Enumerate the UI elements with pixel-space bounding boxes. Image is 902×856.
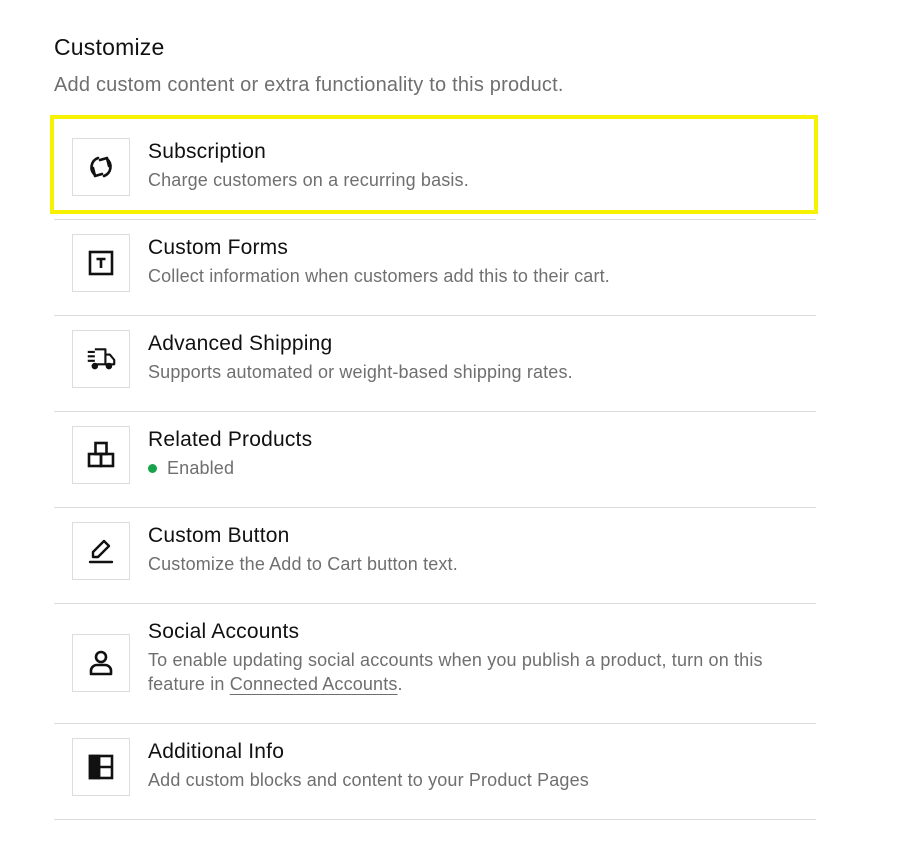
option-description: Customize the Add to Cart button text. bbox=[148, 554, 458, 574]
description-suffix: . bbox=[397, 674, 403, 694]
truck-icon bbox=[72, 330, 130, 388]
option-name: Advanced Shipping bbox=[148, 332, 333, 355]
option-name: Social Accounts bbox=[148, 620, 300, 643]
status-label: Enabled bbox=[167, 458, 235, 478]
option-advanced-shipping[interactable]: Advanced Shipping Supports automated or … bbox=[54, 316, 816, 412]
option-description: Collect information when customers add t… bbox=[148, 266, 610, 286]
option-description: Add custom blocks and content to your Pr… bbox=[148, 770, 589, 790]
connected-accounts-link[interactable]: Connected Accounts bbox=[230, 674, 398, 694]
customize-options-list: Subscription Charge customers on a recur… bbox=[50, 115, 818, 820]
option-description: To enable updating social accounts when … bbox=[148, 648, 808, 696]
option-name: Additional Info bbox=[148, 740, 285, 763]
pencil-icon bbox=[72, 522, 130, 580]
option-subscription[interactable]: Subscription Charge customers on a recur… bbox=[50, 115, 818, 220]
option-additional-info[interactable]: Additional Info Add custom blocks and co… bbox=[54, 724, 816, 820]
option-name: Custom Forms bbox=[148, 236, 289, 259]
status-dot bbox=[148, 463, 157, 473]
refresh-icon bbox=[72, 138, 130, 196]
option-description: Supports automated or weight-based shipp… bbox=[148, 362, 573, 382]
section-subtitle: Add custom content or extra functionalit… bbox=[54, 74, 564, 96]
user-icon bbox=[72, 634, 130, 692]
option-related-products[interactable]: Related Products Enabled bbox=[54, 412, 816, 508]
option-social-accounts[interactable]: Social Accounts To enable updating socia… bbox=[54, 604, 816, 724]
layout-icon bbox=[72, 738, 130, 796]
option-name: Subscription bbox=[148, 140, 266, 163]
option-name: Related Products bbox=[148, 428, 313, 451]
option-description: Charge customers on a recurring basis. bbox=[148, 170, 469, 190]
blocks-icon bbox=[72, 426, 130, 484]
status-badge: Enabled bbox=[148, 456, 312, 480]
option-name: Custom Button bbox=[148, 524, 290, 547]
customize-panel: Customize Add custom content or extra fu… bbox=[50, 32, 818, 820]
option-custom-button[interactable]: Custom Button Customize the Add to Cart … bbox=[54, 508, 816, 604]
option-custom-forms[interactable]: Custom Forms Collect information when cu… bbox=[54, 220, 816, 316]
form-icon bbox=[72, 234, 130, 292]
section-title: Customize bbox=[54, 34, 165, 60]
